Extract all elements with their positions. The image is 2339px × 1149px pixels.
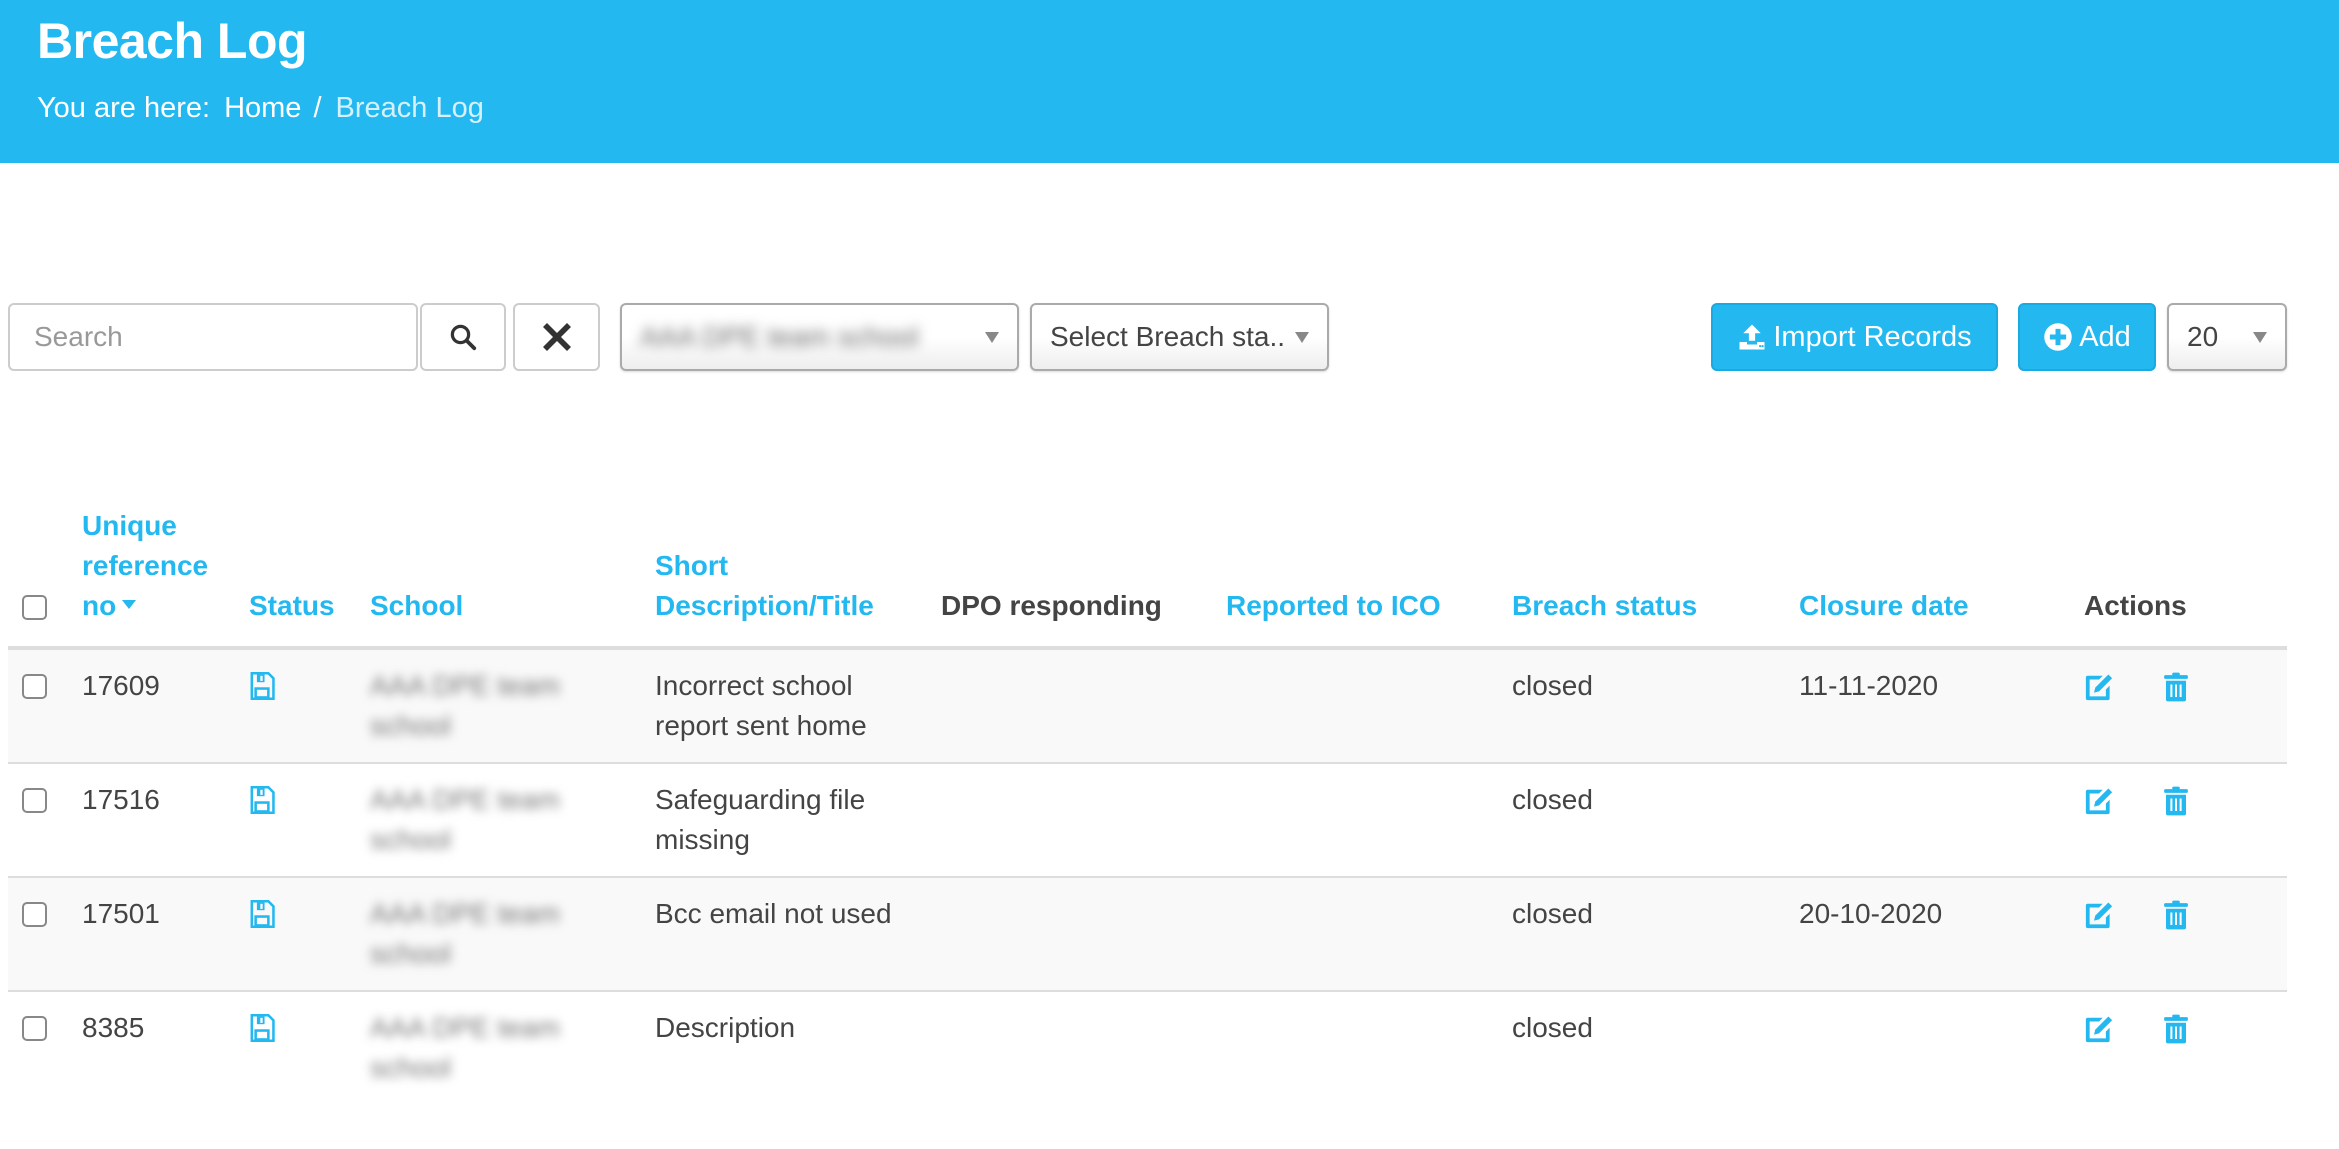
- edit-icon[interactable]: [2084, 900, 2114, 935]
- row-checkbox[interactable]: [22, 1016, 47, 1041]
- per-page-select[interactable]: 20: [2167, 303, 2287, 371]
- search-button[interactable]: [420, 303, 506, 371]
- search-input[interactable]: [8, 303, 418, 371]
- cell-school: AAA DPE team school: [370, 1012, 560, 1083]
- cell-ref: 17516: [82, 784, 160, 815]
- table-row: 17516 AAA DPE team school Safeguarding f…: [8, 764, 2287, 878]
- cell-ref: 17609: [82, 670, 160, 701]
- table-body: 17609 AAA DPE team school Incorrect scho…: [8, 650, 2287, 1106]
- page-title: Breach Log: [37, 13, 308, 69]
- table-row: 17609 AAA DPE team school Incorrect scho…: [8, 650, 2287, 764]
- table-row: 17501 AAA DPE team school Bcc email not …: [8, 878, 2287, 992]
- school-filter-value: AAA DPE team school: [640, 321, 919, 352]
- cell-description: Incorrect school report sent home: [655, 670, 867, 741]
- cell-ref: 17501: [82, 898, 160, 929]
- select-all-checkbox[interactable]: [22, 595, 47, 620]
- breach-log-table: Unique reference no Status School Short …: [8, 505, 2287, 1106]
- row-checkbox[interactable]: [22, 788, 47, 813]
- save-icon: [249, 786, 275, 819]
- column-header-description[interactable]: Short Description/Title: [655, 546, 915, 626]
- save-icon: [249, 1014, 275, 1047]
- cell-breach-status: closed: [1512, 898, 1593, 929]
- row-checkbox[interactable]: [22, 674, 47, 699]
- cell-school: AAA DPE team school: [370, 784, 560, 855]
- breadcrumb-home-link[interactable]: Home: [224, 92, 301, 125]
- clear-search-button[interactable]: [513, 303, 600, 371]
- edit-icon[interactable]: [2084, 672, 2114, 707]
- row-checkbox[interactable]: [22, 902, 47, 927]
- page-header: Breach Log You are here: Home / Breach L…: [0, 0, 2339, 163]
- school-filter-select[interactable]: AAA DPE team school: [620, 303, 1019, 371]
- chevron-down-icon: [985, 331, 999, 343]
- toolbar: AAA DPE team school Select Breach sta...…: [0, 303, 2339, 371]
- breadcrumb-current: Breach Log: [335, 92, 484, 124]
- close-icon: [542, 323, 571, 351]
- column-header-actions: Actions: [2084, 590, 2187, 621]
- breadcrumb: You are here: Home / Breach Log: [37, 92, 484, 125]
- upload-icon: [1739, 324, 1765, 350]
- cell-description: Description: [655, 1012, 796, 1043]
- table-header: Unique reference no Status School Short …: [8, 505, 2287, 650]
- cell-description: Safeguarding file missing: [655, 784, 866, 855]
- cell-school: AAA DPE team school: [370, 670, 560, 741]
- cell-description: Bcc email not used: [655, 898, 892, 929]
- column-header-ico[interactable]: Reported to ICO: [1226, 586, 1441, 626]
- column-header-school[interactable]: School: [370, 586, 463, 626]
- column-header-label: Unique reference no: [82, 510, 209, 621]
- breadcrumb-separator: /: [313, 92, 322, 124]
- breadcrumb-prefix: You are here:: [37, 92, 211, 124]
- save-icon: [249, 672, 275, 705]
- column-header-status[interactable]: Status: [249, 586, 335, 626]
- add-button[interactable]: Add: [2018, 303, 2156, 371]
- sort-desc-icon: [122, 600, 137, 610]
- cell-breach-status: closed: [1512, 1012, 1593, 1043]
- chevron-down-icon: [2253, 331, 2267, 343]
- cell-school: AAA DPE team school: [370, 898, 560, 969]
- cell-breach-status: closed: [1512, 784, 1593, 815]
- import-records-label: Import Records: [1773, 320, 1972, 353]
- column-header-breach-status[interactable]: Breach status: [1512, 586, 1697, 626]
- trash-icon[interactable]: [2162, 1014, 2190, 1049]
- column-header-closure-date[interactable]: Closure date: [1799, 586, 1969, 626]
- trash-icon[interactable]: [2162, 672, 2190, 707]
- table-row: 8385 AAA DPE team school Description clo…: [8, 992, 2287, 1106]
- search-icon: [450, 324, 477, 351]
- column-header-ref[interactable]: Unique reference no: [82, 506, 232, 626]
- cell-closure-date: 11-11-2020: [1799, 670, 1939, 701]
- breach-status-filter-select[interactable]: Select Breach sta...: [1030, 303, 1329, 371]
- plus-circle-icon: [2044, 323, 2072, 351]
- edit-icon[interactable]: [2084, 786, 2114, 821]
- per-page-value: 20: [2187, 321, 2219, 352]
- add-label: Add: [2079, 320, 2131, 353]
- cell-breach-status: closed: [1512, 670, 1593, 701]
- chevron-down-icon: [1295, 331, 1309, 343]
- edit-icon[interactable]: [2084, 1014, 2114, 1049]
- trash-icon[interactable]: [2162, 900, 2190, 935]
- column-header-dpo: DPO responding: [941, 590, 1162, 621]
- trash-icon[interactable]: [2162, 786, 2190, 821]
- save-icon: [249, 900, 275, 933]
- cell-closure-date: 20-10-2020: [1799, 898, 1943, 929]
- cell-ref: 8385: [82, 1012, 145, 1043]
- breach-status-filter-value: Select Breach sta...: [1050, 321, 1285, 352]
- import-records-button[interactable]: Import Records: [1711, 303, 1998, 371]
